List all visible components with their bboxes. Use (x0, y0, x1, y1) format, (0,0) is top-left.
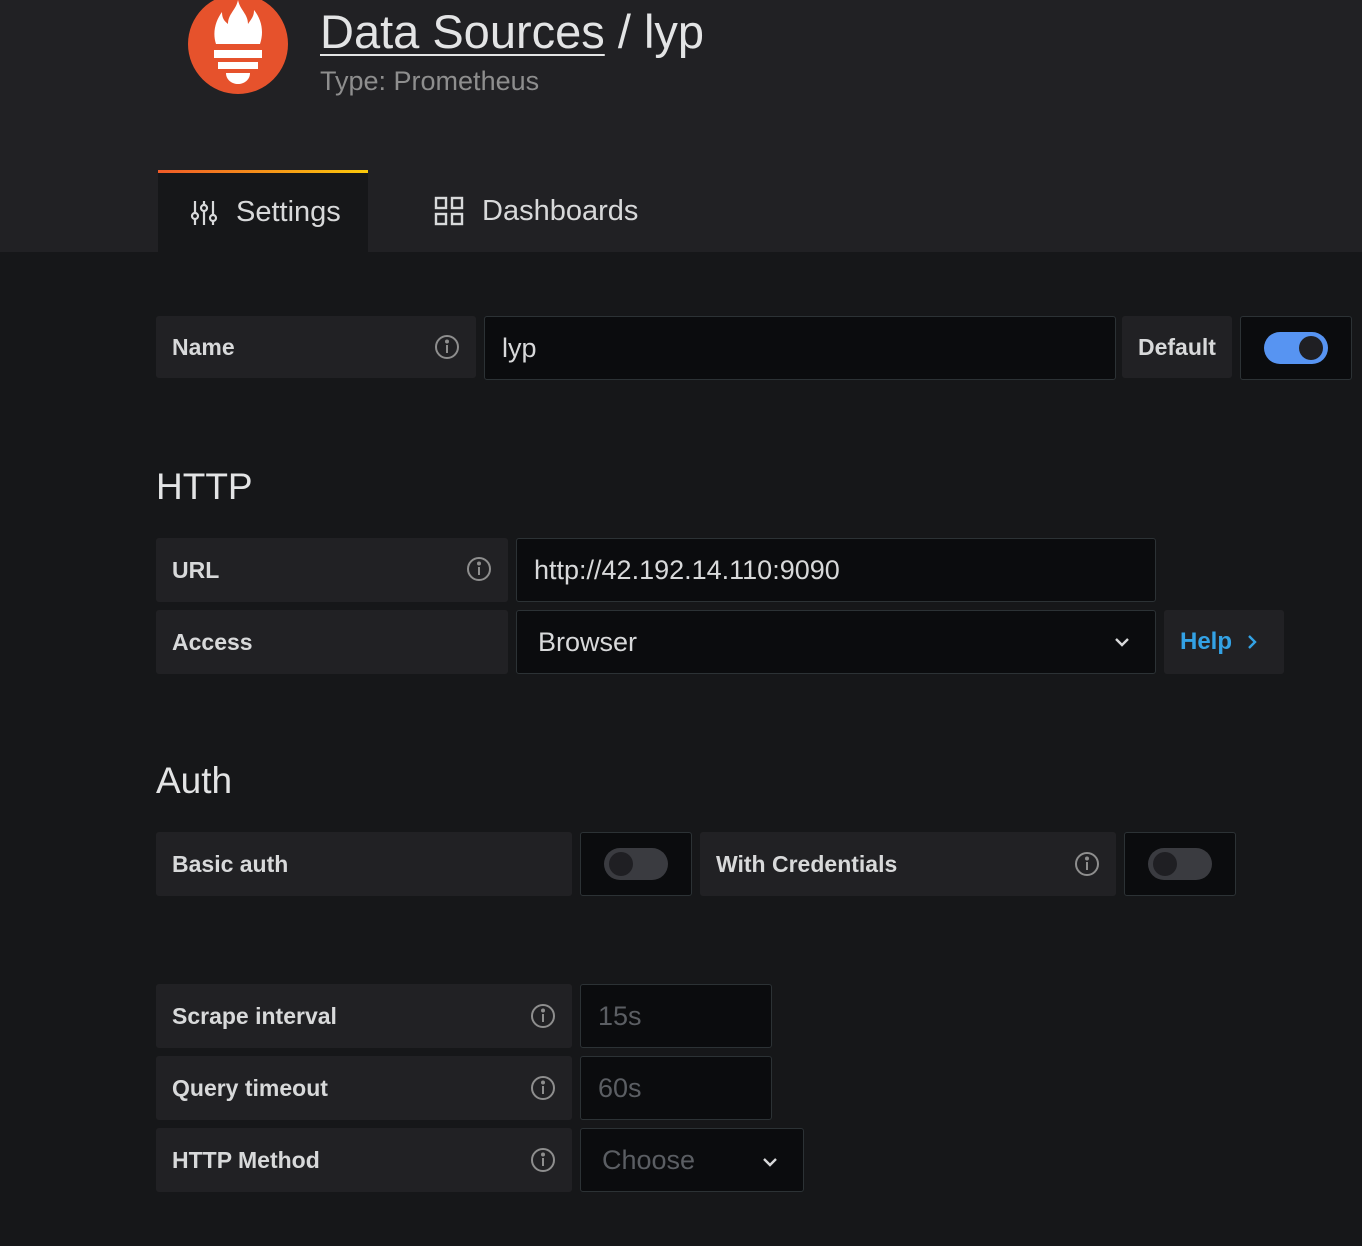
access-label: Access (156, 610, 508, 674)
http-method-select-placeholder: Choose (602, 1144, 696, 1175)
tab-settings[interactable]: Settings (158, 170, 368, 252)
basic-auth-label: Basic auth (156, 832, 572, 896)
url-label: URL (156, 538, 508, 602)
basic-auth-switch-container (580, 832, 692, 896)
query-timeout-label: Query timeout (156, 1056, 572, 1120)
query-timeout-label-text: Query timeout (172, 1074, 328, 1101)
http-method-label-text: HTTP Method (172, 1146, 320, 1173)
access-select-value: Browser (538, 626, 638, 657)
toggle-knob (609, 852, 633, 876)
page-title: Data Sources / lyp (320, 4, 704, 59)
chevron-down-icon (1115, 638, 1129, 647)
chevron-down-icon (763, 1158, 777, 1167)
grid-icon (434, 196, 464, 226)
url-label-text: URL (172, 556, 220, 583)
info-icon[interactable] (434, 334, 460, 360)
datasource-type: Type: Prometheus (320, 66, 540, 96)
info-icon[interactable] (530, 1075, 556, 1101)
info-icon[interactable] (1074, 851, 1100, 877)
query-timeout-input[interactable]: 60s (580, 1056, 772, 1120)
sliders-icon (190, 200, 218, 225)
help-button-label: Help (1180, 628, 1233, 655)
http-method-select[interactable]: Choose (580, 1128, 804, 1192)
http-method-label: HTTP Method (156, 1128, 572, 1192)
page-header: Data Sources / lyp Type: Prometheus Sett… (0, 0, 1362, 252)
with-credentials-label: With Credentials (700, 832, 1116, 896)
with-credentials-toggle[interactable] (1148, 848, 1212, 880)
name-input[interactable]: lyp (484, 316, 1116, 380)
toggle-knob (1299, 336, 1323, 360)
chevron-right-icon (1248, 635, 1257, 649)
info-icon[interactable] (530, 1003, 556, 1029)
tab-settings-label: Settings (236, 196, 341, 228)
info-icon[interactable] (466, 556, 492, 582)
info-icon[interactable] (530, 1147, 556, 1173)
basic-auth-toggle[interactable] (604, 848, 668, 880)
http-section-title: HTTP (156, 466, 253, 507)
prometheus-logo-icon (188, 0, 288, 94)
with-credentials-switch-container (1124, 832, 1236, 896)
name-label-text: Name (172, 333, 235, 360)
access-select[interactable]: Browser (516, 610, 1156, 674)
breadcrumb-data-sources-link[interactable]: Data Sources (320, 5, 605, 58)
url-input[interactable]: http://42.192.14.110:9090 (516, 538, 1156, 602)
with-credentials-label-text: With Credentials (716, 850, 898, 877)
auth-section-title: Auth (156, 760, 233, 801)
toggle-knob (1153, 852, 1177, 876)
access-label-text: Access (172, 628, 253, 655)
scrape-interval-label-text: Scrape interval (172, 1002, 337, 1029)
tab-dashboards[interactable]: Dashboards (434, 170, 638, 252)
tab-dashboards-label: Dashboards (482, 194, 639, 227)
basic-auth-label-text: Basic auth (172, 850, 289, 877)
scrape-interval-input[interactable]: 15s (580, 984, 772, 1048)
name-label: Name (156, 316, 476, 378)
default-label: Default (1122, 316, 1232, 378)
breadcrumb-separator: / (604, 5, 644, 58)
scrape-interval-label: Scrape interval (156, 984, 572, 1048)
help-button[interactable]: Help (1164, 610, 1284, 674)
default-toggle[interactable] (1264, 332, 1328, 364)
default-switch-container (1240, 316, 1352, 380)
datasource-name-title: lyp (643, 5, 705, 58)
